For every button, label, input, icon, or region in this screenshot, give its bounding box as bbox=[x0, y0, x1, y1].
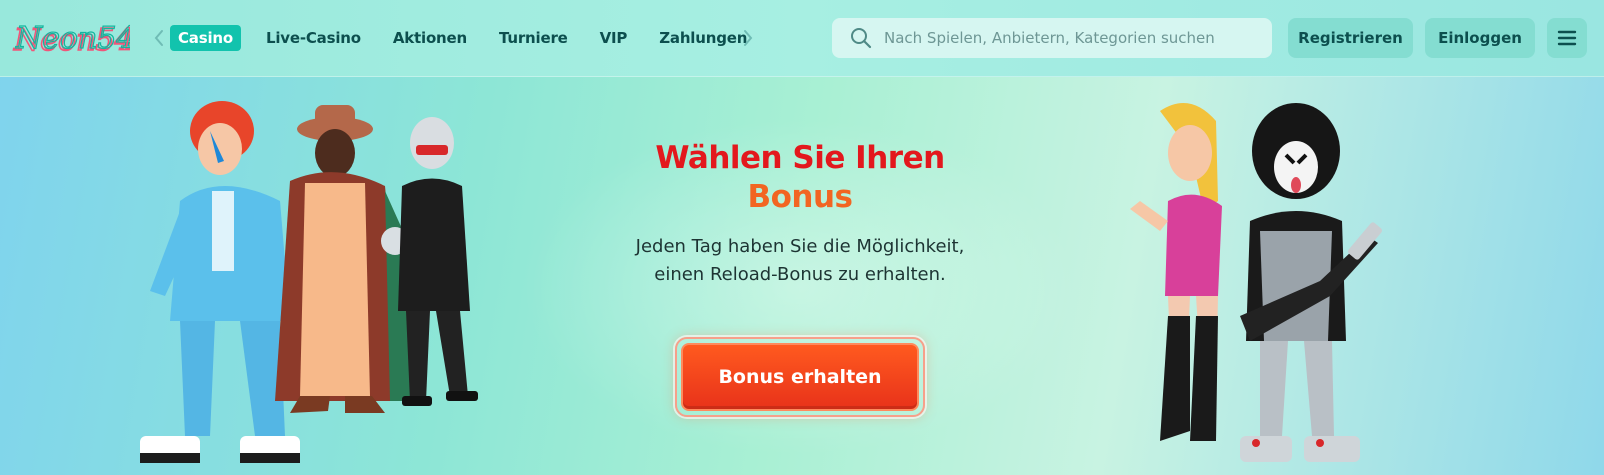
menu-icon bbox=[1557, 30, 1577, 46]
nav-item-vip[interactable]: VIP bbox=[600, 29, 628, 47]
svg-text:Neon54: Neon54 bbox=[15, 21, 130, 56]
nav-scroll-left-button[interactable] bbox=[152, 26, 166, 50]
register-button[interactable]: Registrieren bbox=[1288, 18, 1413, 58]
nav-item-zahlungen[interactable]: Zahlungen bbox=[659, 29, 747, 47]
nav-scroll-right-button[interactable] bbox=[741, 26, 755, 50]
hero-title-line1: Wählen Sie Ihren bbox=[655, 140, 945, 176]
search-bar[interactable] bbox=[832, 18, 1272, 58]
cta-frame: Bonus erhalten bbox=[675, 337, 925, 417]
chevron-left-icon bbox=[154, 30, 163, 46]
character-guitar-rocker bbox=[1240, 103, 1382, 462]
character-black-suit bbox=[398, 117, 478, 406]
character-pink-outfit bbox=[1130, 103, 1222, 441]
site-header: Neon54 Neon54 Casino Live-Casino Aktione… bbox=[0, 0, 1604, 77]
chevron-right-icon bbox=[744, 30, 753, 46]
character-blue-suit bbox=[140, 101, 300, 463]
hero-title-line2: Bonus bbox=[747, 179, 853, 215]
login-button[interactable]: Einloggen bbox=[1425, 18, 1535, 58]
hero-banner: Wählen Sie Ihren Bonus Jeden Tag haben S… bbox=[0, 77, 1604, 475]
nav-item-turniere[interactable]: Turniere bbox=[499, 29, 568, 47]
get-bonus-button[interactable]: Bonus erhalten bbox=[681, 343, 919, 411]
search-input[interactable] bbox=[884, 29, 1264, 47]
nav-item-casino[interactable]: Casino bbox=[170, 25, 241, 51]
brand-logo[interactable]: Neon54 Neon54 bbox=[12, 16, 136, 60]
search-icon bbox=[851, 28, 872, 49]
nav-item-aktionen[interactable]: Aktionen bbox=[393, 29, 467, 47]
main-nav: Casino Live-Casino Aktionen Turniere VIP… bbox=[170, 24, 779, 52]
hero-characters-left-illustration bbox=[140, 91, 500, 475]
hero-characters-right-illustration bbox=[1120, 91, 1400, 475]
menu-button[interactable] bbox=[1547, 18, 1587, 58]
hero-subtitle: Jeden Tag haben Sie die Möglichkeit, ein… bbox=[635, 236, 965, 285]
nav-item-live-casino[interactable]: Live-Casino bbox=[266, 29, 361, 47]
hero-title: Wählen Sie Ihren Bonus bbox=[560, 139, 1040, 217]
